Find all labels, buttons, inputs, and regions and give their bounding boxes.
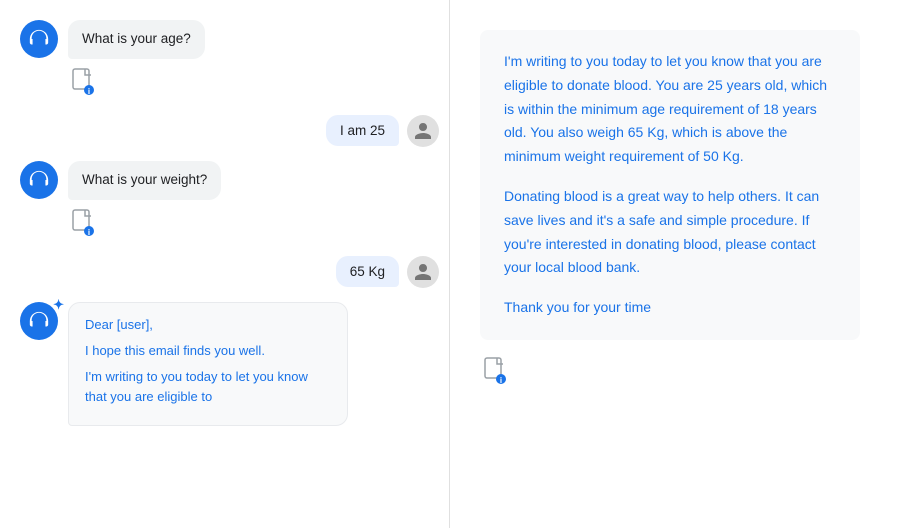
email-paragraph-2: Donating blood is a great way to help ot… (504, 185, 836, 280)
user-avatar-2 (407, 256, 439, 288)
doc-icon-2: i (68, 208, 98, 238)
user-row-age: I am 25 (20, 115, 439, 147)
file-icon-2: i (70, 209, 96, 237)
email-file-icon: i (482, 357, 508, 385)
bot-message-weight: What is your weight? (68, 161, 221, 200)
email-content-box: I'm writing to you today to let you know… (480, 30, 860, 340)
svg-text:i: i (88, 87, 90, 96)
email-preview-line2: I hope this email finds you well. (85, 341, 331, 361)
bot-avatar-2 (20, 161, 58, 199)
svg-text:i: i (88, 228, 90, 237)
headset-icon (28, 28, 50, 50)
bot-email-preview-bubble: Dear [user], I hope this email finds you… (68, 302, 348, 427)
bot-avatar-sparkle-wrapper: ✦ (20, 302, 58, 340)
email-preview-line1: Dear [user], (85, 315, 331, 335)
person-icon-1 (413, 121, 433, 141)
doc-icon-row-2: i (68, 208, 439, 242)
user-message-age: I am 25 (326, 115, 399, 146)
email-paragraph-1: I'm writing to you today to let you know… (504, 50, 836, 169)
message-group-1: What is your age? i (20, 20, 439, 101)
user-avatar-1 (407, 115, 439, 147)
bot-row-weight: What is your weight? (20, 161, 439, 200)
doc-icon-1: i (68, 67, 98, 97)
headset-icon-2 (28, 169, 50, 191)
email-closing: Thank you for your time (504, 296, 836, 320)
svg-text:i: i (500, 376, 502, 385)
file-icon-1: i (70, 68, 96, 96)
user-row-weight: 65 Kg (20, 256, 439, 288)
chat-panel[interactable]: What is your age? i I am 25 (0, 0, 450, 528)
person-icon-2 (413, 262, 433, 282)
bot-row-email: ✦ Dear [user], I hope this email finds y… (20, 302, 439, 427)
email-doc-icon: i (480, 356, 510, 386)
doc-icon-row-1: i (68, 67, 439, 101)
bot-row-age: What is your age? (20, 20, 439, 59)
bot-message-age: What is your age? (68, 20, 205, 59)
email-doc-icon-row: i (480, 356, 878, 386)
email-panel: I'm writing to you today to let you know… (450, 0, 902, 528)
user-message-weight: 65 Kg (336, 256, 399, 287)
sparkle-icon: ✦ (53, 298, 64, 311)
email-preview-line3: I'm writing to you today to let you know… (85, 367, 331, 407)
message-group-email: ✦ Dear [user], I hope this email finds y… (20, 302, 439, 427)
message-group-2: What is your weight? i (20, 161, 439, 242)
headset-icon-3 (28, 310, 50, 332)
bot-avatar-1 (20, 20, 58, 58)
